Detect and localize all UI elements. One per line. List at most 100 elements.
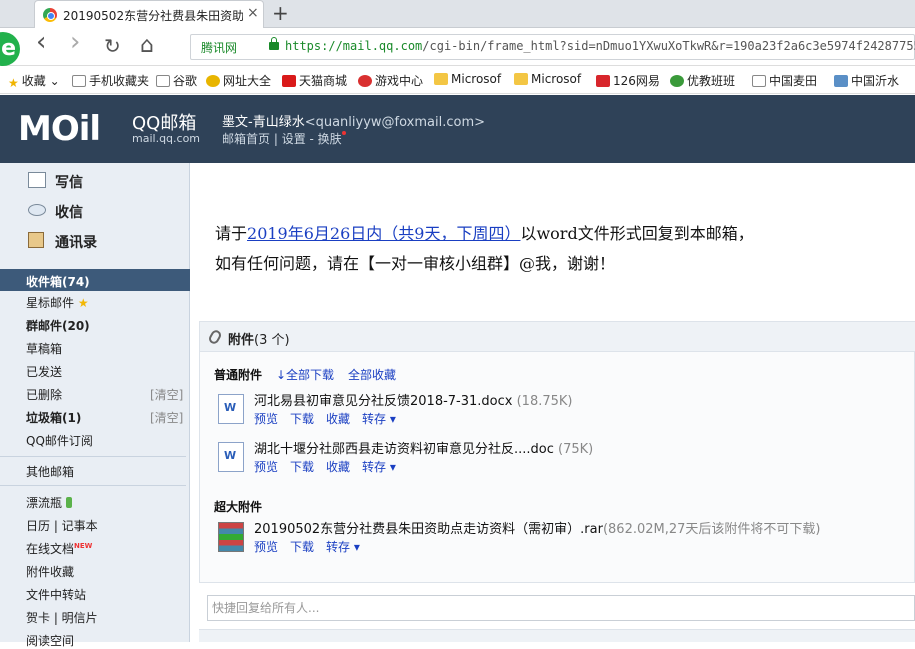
sidebar-item-group[interactable]: 群邮件(20)	[26, 317, 186, 334]
message-pane: 请于2019年6月26日内（共9天，下周四）以word文件形式回复到本邮箱， 如…	[191, 163, 915, 642]
settings-link[interactable]: 设置	[282, 132, 306, 146]
attachment-name[interactable]: 湖北十堰分社郧西县走访资料初审意见分社反....doc (75K)	[254, 438, 593, 457]
quick-reply-box[interactable]	[207, 595, 915, 621]
bookmark-item[interactable]: 中国麦田	[752, 72, 817, 89]
sidebar-item-reading[interactable]: 阅读空间	[26, 632, 186, 649]
preview-link[interactable]: 预览	[254, 412, 278, 426]
bookmark-item[interactable]: 天猫商城	[282, 72, 347, 89]
sidebar-item-starred[interactable]: 星标邮件 ★	[26, 294, 186, 311]
download-all-link[interactable]: ↓全部下载	[276, 366, 334, 383]
mail-home-link[interactable]: 邮箱首页	[222, 132, 270, 146]
skin-link[interactable]: 换肤	[318, 132, 342, 146]
bookmark-label: 中国沂水	[851, 74, 900, 88]
url-text[interactable]: https://mail.qq.com/cgi-bin/frame_html?s…	[285, 39, 915, 53]
attachment-name[interactable]: 河北易县初审意见分社反馈2018-7-31.docx (18.75K)	[254, 390, 573, 409]
message-line-2: 如有任何问题，请在【一对一审核小组群】@我，谢谢！	[215, 254, 616, 273]
message-line-1: 请于2019年6月26日内（共9天，下周四）以word文件形式回复到本邮箱，	[215, 219, 754, 249]
folder-icon	[514, 73, 528, 85]
transfer-dropdown[interactable]: 转存 ▾	[326, 540, 360, 554]
bookmark-item[interactable]: 游戏中心	[358, 72, 423, 89]
attachments-count: (3 个)	[254, 333, 290, 348]
sidebar-item-deleted[interactable]: 已删除 [清空]	[26, 386, 186, 403]
browser-tab[interactable]: 20190502东营分社费县朱田资助点 ×	[34, 0, 264, 28]
transfer-dropdown[interactable]: 转存 ▾	[362, 460, 396, 474]
sidebar-divider	[0, 456, 186, 457]
forward-icon[interactable]: ›	[70, 29, 80, 55]
sidebar-item-docs[interactable]: 在线文档NEW	[26, 540, 186, 557]
preview-link[interactable]: 预览	[254, 540, 278, 554]
bookmark-item[interactable]: 优教班班	[670, 72, 735, 89]
contacts-button[interactable]: 通讯录	[28, 232, 97, 252]
sidebar-item-file-transfer[interactable]: 文件中转站	[26, 586, 186, 603]
receive-button[interactable]: 收信	[28, 202, 83, 222]
sidebar-item-sent[interactable]: 已发送	[26, 363, 186, 380]
preview-link[interactable]: 预览	[254, 460, 278, 474]
bookmark-item[interactable]: 中国沂水	[834, 72, 899, 89]
edu-icon	[670, 75, 684, 87]
file-size: (862.02M,27天后该附件将不可下载)	[602, 522, 821, 537]
user-email: <quanliyyw@foxmail.com>	[304, 115, 486, 130]
attachments-panel: 附件(3 个) 普通附件 ↓全部下载 全部收藏 河北易县初审意见分社反馈2018…	[199, 321, 915, 583]
tmall-icon	[282, 75, 296, 87]
word-file-icon	[218, 394, 244, 424]
sidebar-item-other-mail[interactable]: 其他邮箱	[26, 463, 186, 480]
address-bar-row: e ‹ › ↻ ⌂ 腾讯网 https://mail.qq.com/cgi-bi…	[0, 28, 915, 66]
browser-logo-icon: e	[0, 32, 20, 66]
message-body: 请于2019年6月26日内（共9天，下周四）以word文件形式回复到本邮箱， 如…	[215, 219, 754, 279]
sidebar-item-drafts[interactable]: 草稿箱	[26, 340, 186, 357]
star-icon: ★	[77, 296, 89, 310]
save-all-link[interactable]: 全部收藏	[348, 366, 396, 383]
transfer-dropdown[interactable]: 转存 ▾	[362, 412, 396, 426]
sidebar-item-bottle[interactable]: 漂流瓶	[26, 494, 186, 511]
bookmark-label: 手机收藏夹	[89, 74, 150, 88]
download-link[interactable]: 下载	[290, 540, 314, 554]
star-icon: ★	[8, 76, 19, 90]
attachment-actions: 预览 下载 收藏 转存 ▾	[254, 410, 408, 427]
url-field[interactable]: 腾讯网 https://mail.qq.com/cgi-bin/frame_ht…	[190, 34, 915, 60]
site-icon	[206, 75, 220, 87]
browser-tab-bar: 20190502东营分社费县朱田资助点 × +	[0, 0, 915, 28]
empty-spam-link[interactable]: [清空]	[150, 409, 183, 426]
sidebar-item-subscriptions[interactable]: QQ邮件订阅	[26, 432, 186, 449]
save-link[interactable]: 收藏	[326, 460, 350, 474]
bookmark-item[interactable]: 网址大全	[206, 72, 271, 89]
save-link[interactable]: 收藏	[326, 412, 350, 426]
netease-icon	[596, 75, 610, 87]
tab-close-icon[interactable]: ×	[247, 5, 259, 21]
empty-trash-link[interactable]: [清空]	[150, 386, 183, 403]
bookmark-label: Microsof	[451, 72, 502, 86]
contacts-icon	[28, 232, 44, 248]
new-tab-button[interactable]: +	[272, 1, 289, 25]
sidebar-item-attachments[interactable]: 附件收藏	[26, 563, 186, 580]
quick-reply-input[interactable]	[208, 596, 914, 620]
bookmark-item[interactable]: Microsof	[514, 72, 581, 86]
secure-badge[interactable]: 腾讯网	[201, 39, 237, 56]
contacts-label: 通讯录	[55, 235, 97, 251]
file-name: 湖北十堰分社郧西县走访资料初审意见分社反....doc	[254, 442, 554, 457]
download-link[interactable]: 下载	[290, 412, 314, 426]
header-links: 邮箱首页 | 设置 - 换肤	[222, 130, 346, 147]
back-icon[interactable]: ‹	[36, 29, 46, 55]
sidebar-item-label: 已删除	[26, 388, 63, 402]
bookmark-item[interactable]: 谷歌	[156, 72, 197, 89]
bookmark-favorites[interactable]: ★ 收藏 ⌄	[8, 72, 60, 90]
bookmark-item[interactable]: 126网易	[596, 72, 660, 89]
sidebar-item-spam[interactable]: 垃圾箱(1) [清空]	[26, 409, 186, 426]
sidebar-item-cards[interactable]: 贺卡 | 明信片	[26, 609, 186, 626]
compose-button[interactable]: 写信	[28, 172, 83, 192]
download-link[interactable]: 下载	[290, 460, 314, 474]
qqmail-logo[interactable]: MOil	[18, 109, 101, 149]
sidebar-item-label: 阅读空间	[26, 634, 75, 648]
bookmark-item[interactable]: Microsof	[434, 72, 501, 86]
bookmark-item[interactable]: 手机收藏夹	[72, 72, 149, 89]
notification-dot	[341, 131, 346, 135]
sidebar-item-calendar[interactable]: 日历 | 记事本	[26, 517, 186, 534]
sidebar-item-inbox[interactable]: 收件箱(74)	[0, 269, 190, 291]
bookmark-label: 126网易	[613, 74, 660, 88]
deadline-link[interactable]: 2019年6月26日内（共9天，下周四）	[247, 224, 520, 243]
home-icon[interactable]: ⌂	[140, 35, 154, 57]
attachments-header: 附件(3 个)	[200, 322, 915, 352]
sidebar: 写信 收信 通讯录 收件箱(74) 星标邮件 ★ 群邮件(20) 草稿箱 已发送…	[0, 163, 190, 648]
attachment-name[interactable]: 20190502东营分社费县朱田资助点走访资料（需初审）.rar(862.02M…	[254, 518, 821, 537]
reload-icon[interactable]: ↻	[104, 36, 121, 56]
